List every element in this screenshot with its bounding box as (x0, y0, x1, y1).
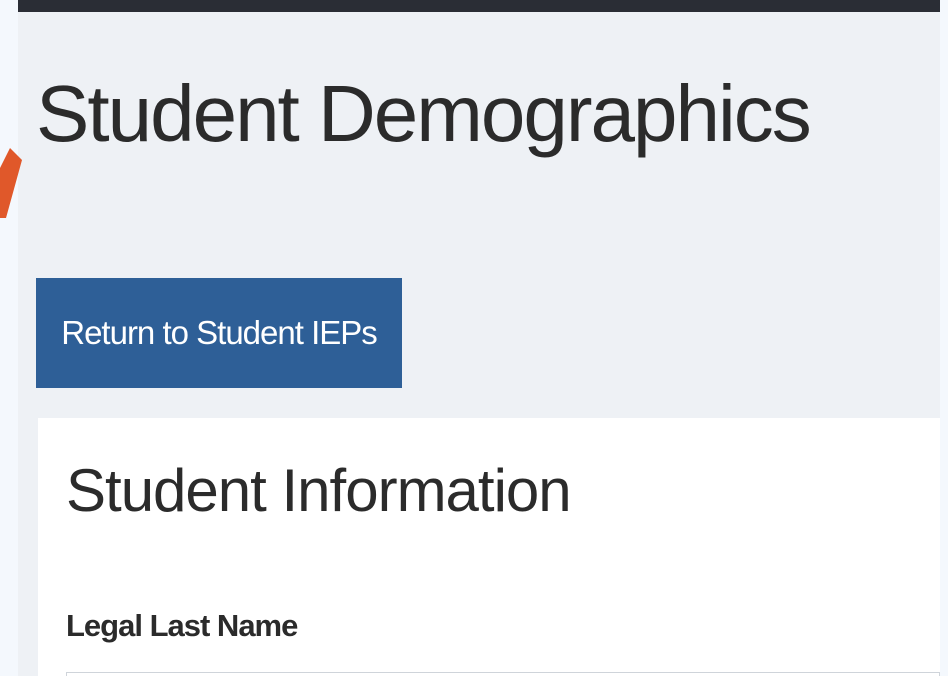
page-title: Student Demographics (36, 69, 812, 158)
legal-last-name-input[interactable] (66, 672, 940, 676)
return-to-student-ieps-button[interactable]: Return to Student IEPs (36, 278, 402, 388)
student-information-card: Student Information Legal Last Name (38, 418, 940, 676)
orange-arrow-icon (0, 148, 22, 218)
top-navigation-bar (18, 0, 940, 12)
section-title: Student Information (66, 457, 572, 524)
legal-last-name-label: Legal Last Name (66, 608, 298, 643)
screenshot-frame: Student Demographics Return to Student I… (0, 0, 948, 676)
